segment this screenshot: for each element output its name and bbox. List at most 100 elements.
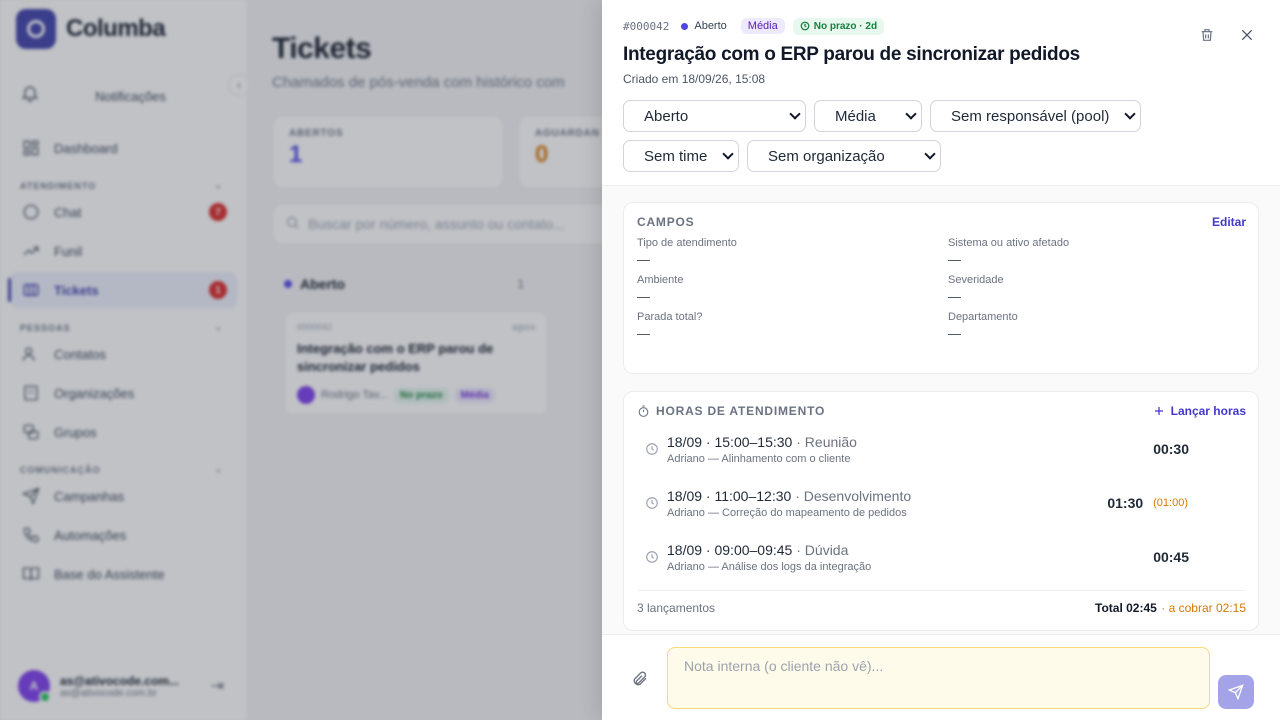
clock-icon: [637, 442, 667, 456]
add-hours-button[interactable]: Lançar horas: [1153, 404, 1246, 418]
field-item: Sistema ou ativo afetado —: [948, 237, 1248, 267]
chevron-down-icon: [1124, 108, 1136, 120]
hour-entry-billable: (01:00): [1153, 497, 1188, 509]
attach-button[interactable]: [632, 671, 648, 692]
hours-summary: Total 02:45 · a cobrar 02:15: [1095, 599, 1246, 617]
hour-entry[interactable]: 18/09 · 09:00–09:45 · Dúvida Adriano — A…: [637, 530, 1246, 584]
trash-icon: [1201, 29, 1213, 41]
fields-panel-header: CAMPOS Editar: [637, 215, 1246, 229]
hour-entry-desc: Adriano — Alinhamento com o cliente: [667, 452, 851, 465]
hours-panel-title: HORAS DE ATENDIMENTO: [637, 404, 825, 418]
hour-entry-main: 18/09 · 09:00–09:45 · Dúvida: [667, 542, 1099, 558]
fields-panel-title: CAMPOS: [637, 215, 695, 229]
field-item: Parada total? —: [637, 311, 948, 341]
hour-entry-info: 18/09 · 15:00–15:30 · Reunião Adriano — …: [667, 434, 1099, 465]
priority-select[interactable]: Média: [814, 100, 922, 132]
send-button[interactable]: [1218, 675, 1254, 709]
team-select[interactable]: Sem time: [623, 140, 739, 172]
field-value: —: [948, 289, 961, 304]
field-label: Departamento: [948, 311, 1018, 323]
hour-entry-duration: 01:30: [1107, 495, 1144, 511]
status-dot: [681, 22, 689, 30]
close-icon: [1241, 29, 1253, 41]
chevron-down-icon: [722, 148, 734, 160]
stopwatch-icon: [638, 405, 649, 417]
hour-entry-main: 18/09 · 15:00–15:30 · Reunião: [667, 434, 1099, 450]
field-value: —: [948, 326, 961, 341]
hour-entry-info: 18/09 · 09:00–09:45 · Dúvida Adriano — A…: [667, 542, 1099, 573]
ticket-drawer: #000042 Aberto Média No prazo · 2d Integ…: [602, 0, 1280, 720]
chevron-down-icon: [905, 108, 917, 120]
hour-entry-desc: Adriano — Correção do mapeamento de pedi…: [667, 506, 907, 519]
add-hours-label: Lançar horas: [1170, 404, 1246, 418]
field-item: Ambiente —: [637, 274, 948, 304]
hour-entry-when: 18/09 · 11:00–12:30: [667, 487, 792, 504]
note-placeholder: Nota interna (o cliente não vê)...: [684, 658, 884, 674]
assignee-select-value: Sem responsável (pool): [951, 107, 1110, 125]
status-select[interactable]: Aberto: [623, 100, 806, 132]
hours-list: 18/09 · 15:00–15:30 · Reunião Adriano — …: [637, 422, 1246, 584]
hour-entry-duration: 00:30: [1153, 441, 1189, 457]
hour-entry-duration: 00:45: [1153, 549, 1189, 565]
field-label: Tipo de atendimento: [637, 237, 737, 249]
hour-entry-when: 18/09 · 09:00–09:45: [667, 541, 793, 558]
field-item: Tipo de atendimento —: [637, 237, 948, 267]
header-actions: [1196, 24, 1258, 46]
organization-select[interactable]: Sem organização: [747, 140, 941, 172]
chevron-down-icon: [789, 108, 801, 120]
hour-entry-desc: Adriano — Análise dos logs da integração: [667, 560, 872, 573]
hours-footer: 3 lançamentos Total 02:45 · a cobrar 02:…: [637, 590, 1246, 624]
priority-select-value: Média: [835, 107, 876, 125]
field-value: —: [637, 252, 650, 267]
close-button[interactable]: [1236, 24, 1258, 46]
clock-icon: [800, 21, 810, 31]
created-at: Criado em 18/09/26, 15:08: [623, 72, 766, 86]
hour-entry-when: 18/09 · 15:00–15:30: [667, 433, 793, 450]
team-select-value: Sem time: [644, 147, 708, 165]
field-value: —: [637, 289, 650, 304]
hour-entry-sep: ·: [796, 433, 801, 450]
ticket-properties: Aberto Média Sem responsável (pool) Sem …: [623, 100, 1163, 172]
hour-entry-type: Reunião: [804, 433, 857, 450]
organization-select-value: Sem organização: [768, 147, 885, 165]
ticket-title: Integração com o ERP parou de sincroniza…: [623, 44, 1080, 65]
drawer-body: CAMPOS Editar Tipo de atendimento — Sist…: [602, 186, 1280, 631]
clock-icon: [637, 550, 667, 564]
ticket-number: #000042: [623, 19, 670, 33]
note-composer: Nota interna (o cliente não vê)...: [602, 634, 1280, 720]
hours-panel-header: HORAS DE ATENDIMENTO Lançar horas: [637, 404, 1246, 418]
hours-total: Total 02:45: [1095, 600, 1157, 615]
hour-entry[interactable]: 18/09 · 15:00–15:30 · Reunião Adriano — …: [637, 422, 1246, 476]
hours-to-bill: · a cobrar 02:15: [1161, 600, 1246, 615]
ticket-meta: #000042 Aberto Média No prazo · 2d: [623, 17, 1259, 35]
hour-entry-type: Dúvida: [804, 541, 849, 558]
field-item: Severidade —: [948, 274, 1248, 304]
status-text: Aberto: [694, 20, 727, 32]
fields-grid: Tipo de atendimento — Sistema ou ativo a…: [637, 237, 1246, 341]
sla-badge: No prazo · 2d: [792, 17, 885, 35]
plus-icon: [1154, 407, 1163, 415]
hours-panel: HORAS DE ATENDIMENTO Lançar horas 18/09 …: [623, 391, 1259, 631]
sla-text: No prazo · 2d: [813, 20, 878, 32]
field-label: Severidade: [948, 274, 1004, 286]
edit-fields-button[interactable]: Editar: [1212, 215, 1246, 229]
hour-entry-duration-wrap: 01:30 (01:00): [1099, 495, 1246, 511]
drawer-header: #000042 Aberto Média No prazo · 2d Integ…: [602, 0, 1280, 186]
field-label: Sistema ou ativo afetado: [948, 237, 1070, 249]
paperclip-icon: [633, 671, 647, 686]
send-icon: [1228, 684, 1244, 700]
hour-entry-type: Desenvolvimento: [803, 487, 912, 504]
fields-panel: CAMPOS Editar Tipo de atendimento — Sist…: [623, 202, 1259, 374]
field-label: Parada total?: [637, 311, 703, 323]
hours-count: 3 lançamentos: [637, 600, 716, 615]
chevron-down-icon: [924, 148, 936, 160]
assignee-select[interactable]: Sem responsável (pool): [930, 100, 1141, 132]
hour-entry[interactable]: 18/09 · 11:00–12:30 · Desenvolvimento Ad…: [637, 476, 1246, 530]
internal-note-input[interactable]: Nota interna (o cliente não vê)...: [667, 647, 1210, 709]
status-select-value: Aberto: [644, 107, 689, 125]
field-item: Departamento —: [948, 311, 1248, 341]
field-label: Ambiente: [637, 274, 684, 286]
status-badge: Aberto: [681, 20, 727, 32]
hours-title-text: HORAS DE ATENDIMENTO: [656, 404, 826, 418]
delete-button[interactable]: [1196, 24, 1218, 46]
